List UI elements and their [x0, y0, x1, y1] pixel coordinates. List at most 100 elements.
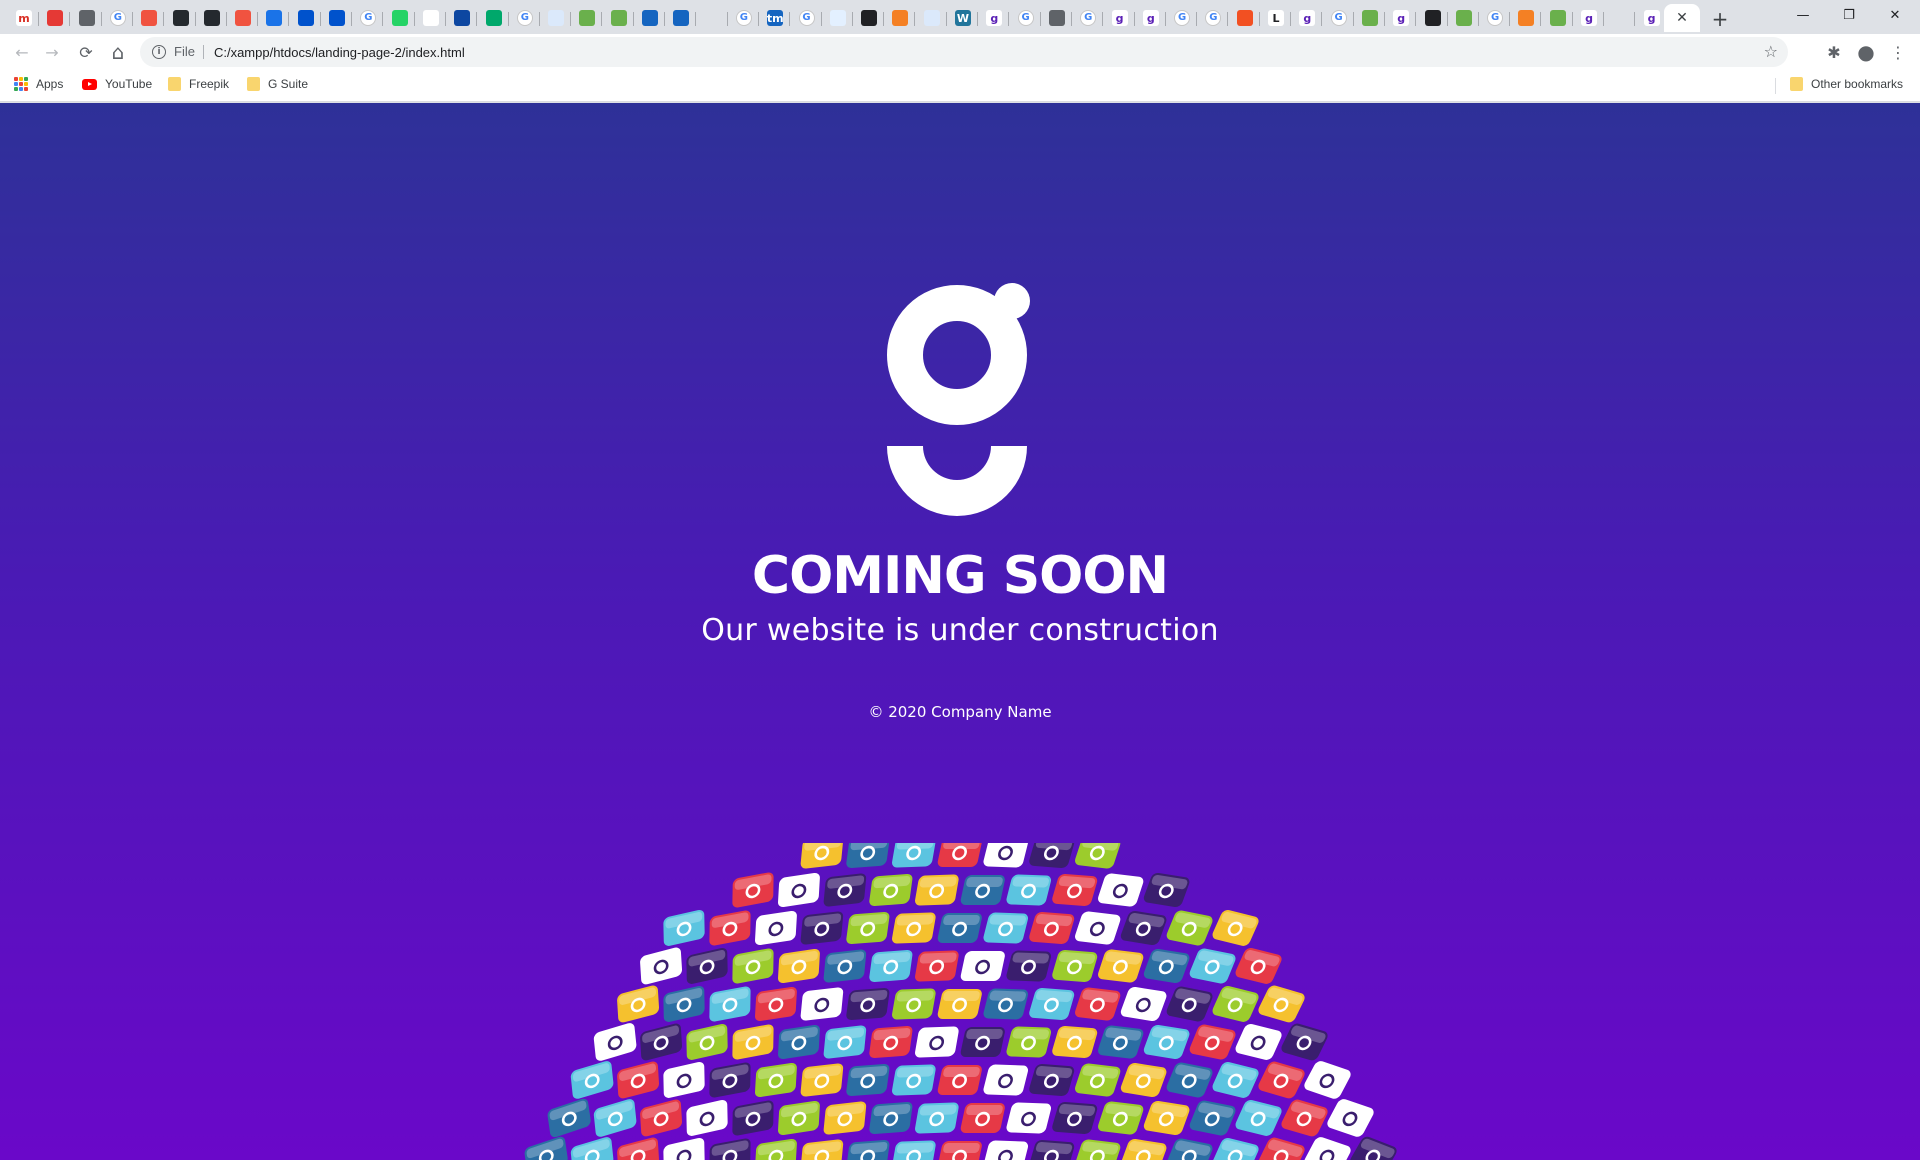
app-tile — [892, 912, 936, 944]
browser-tab[interactable]: G — [793, 4, 822, 32]
google-icon: G — [1330, 10, 1347, 26]
browser-tab[interactable] — [824, 4, 853, 32]
browser-tab[interactable]: L — [1262, 4, 1291, 32]
browser-tab[interactable]: G — [1074, 4, 1104, 32]
app-tile — [663, 1138, 705, 1160]
browser-tab[interactable] — [542, 4, 572, 32]
browser-tab[interactable] — [1231, 4, 1260, 32]
browser-tab[interactable] — [135, 4, 165, 32]
profile-icon[interactable]: ● — [1852, 38, 1880, 66]
app-tile — [937, 843, 982, 867]
menu-icon[interactable]: ⋮ — [1884, 38, 1912, 66]
browser-tab[interactable] — [260, 4, 290, 32]
browser-tab[interactable]: G — [730, 4, 759, 32]
browser-tab[interactable]: g — [1387, 4, 1417, 32]
browser-tab[interactable] — [1512, 4, 1542, 32]
browser-tab[interactable] — [886, 4, 916, 32]
browser-tab[interactable] — [198, 4, 227, 32]
close-window-button[interactable]: ✕ — [1872, 0, 1918, 30]
browser-tab[interactable] — [1450, 4, 1479, 32]
app-tile — [846, 987, 890, 1021]
browser-tab[interactable] — [636, 4, 665, 32]
close-tab-icon[interactable]: ✕ — [1676, 10, 1688, 26]
browser-tab[interactable] — [386, 4, 415, 32]
app-tile — [617, 985, 660, 1023]
app-tile — [663, 910, 705, 946]
browser-tab[interactable]: g — [1293, 4, 1323, 32]
back-button[interactable]: ← — [8, 38, 36, 66]
tab-separator — [38, 12, 39, 26]
bookmark-other[interactable]: Other bookmarks — [1790, 77, 1903, 91]
browser-tab[interactable]: g — [1137, 4, 1166, 32]
home-button[interactable]: ⌂ — [104, 38, 132, 66]
google-icon: G — [798, 10, 815, 26]
minimize-button[interactable]: — — [1780, 0, 1826, 30]
app-tile — [732, 872, 774, 908]
browser-tab[interactable]: G — [1481, 4, 1511, 32]
browser-tab[interactable] — [323, 4, 352, 32]
browser-tab[interactable]: g — [980, 4, 1010, 32]
url-scheme: File — [174, 45, 204, 59]
browser-tab[interactable] — [699, 4, 728, 32]
bookmark-freepik[interactable]: Freepik — [168, 77, 229, 91]
browser-tab[interactable] — [167, 4, 196, 32]
browser-tab[interactable] — [573, 4, 603, 32]
browser-tab[interactable]: m — [10, 4, 39, 32]
bookmark-apps[interactable]: Apps — [14, 77, 63, 91]
browser-tab[interactable]: G — [354, 4, 384, 32]
browser-tab[interactable] — [855, 4, 885, 32]
browser-tab[interactable] — [448, 4, 478, 32]
app-tile — [1189, 1100, 1236, 1136]
tab-separator — [288, 12, 290, 26]
browser-tab[interactable]: G — [104, 4, 133, 32]
bookmark-label: Apps — [36, 77, 64, 91]
whatsapp-icon — [391, 10, 408, 26]
tab-separator — [1039, 12, 1041, 26]
browser-tab[interactable]: g — [1575, 4, 1604, 32]
browser-tab[interactable]: G — [1325, 4, 1354, 32]
browser-tab[interactable] — [1419, 4, 1448, 32]
browser-tab[interactable]: G — [1012, 4, 1041, 32]
forward-button[interactable]: → — [38, 38, 66, 66]
browser-tab[interactable]: G — [1199, 4, 1229, 32]
browser-tab[interactable] — [1356, 4, 1385, 32]
bookmark-gsuite[interactable]: G Suite — [247, 77, 308, 91]
browser-tab[interactable] — [918, 4, 947, 32]
app-tile — [1006, 874, 1052, 906]
browser-tab[interactable] — [1544, 4, 1573, 32]
bookmark-youtube[interactable]: YouTube — [82, 77, 152, 91]
extensions-icon[interactable]: ✱ — [1820, 38, 1848, 66]
address-bar[interactable]: i File C:/xampp/htdocs/landing-page-2/in… — [140, 37, 1788, 67]
reload-button[interactable]: ⟳ — [72, 38, 100, 66]
active-tab[interactable]: ✕ — [1664, 4, 1700, 32]
tab-separator — [351, 12, 352, 26]
bookmark-star-icon[interactable]: ☆ — [1764, 42, 1778, 61]
bookmark-label: YouTube — [105, 77, 153, 91]
browser-tab[interactable] — [480, 4, 509, 32]
browser-tab[interactable] — [605, 4, 634, 32]
app-tile — [960, 951, 1005, 981]
browser-tab[interactable]: g — [1638, 4, 1667, 32]
browser-tab[interactable]: W — [949, 4, 978, 32]
new-tab-button[interactable]: + — [1706, 5, 1734, 33]
browser-tab[interactable] — [667, 4, 697, 32]
browser-tab[interactable]: G — [511, 4, 540, 32]
browser-tab[interactable]: g — [1106, 4, 1135, 32]
restore-button[interactable]: ❐ — [1826, 0, 1872, 30]
google-icon: G — [516, 10, 533, 26]
browser-tab[interactable] — [417, 4, 446, 32]
purple-g-icon: g — [1581, 10, 1597, 26]
url-text[interactable]: C:/xampp/htdocs/landing-page-2/index.htm… — [214, 45, 465, 60]
browser-tab[interactable]: G — [1168, 4, 1198, 32]
app-tile — [1098, 873, 1144, 907]
browser-tab[interactable] — [1043, 4, 1072, 32]
browser-tab[interactable] — [1606, 4, 1636, 32]
browser-tab[interactable] — [229, 4, 259, 32]
app-tile — [1006, 1102, 1052, 1134]
tab-separator — [1008, 12, 1010, 26]
info-icon[interactable]: i — [152, 45, 166, 59]
browser-tab[interactable]: tm — [761, 4, 791, 32]
browser-tab[interactable] — [41, 4, 71, 32]
browser-tab[interactable] — [292, 4, 321, 32]
browser-tab[interactable] — [73, 4, 102, 32]
